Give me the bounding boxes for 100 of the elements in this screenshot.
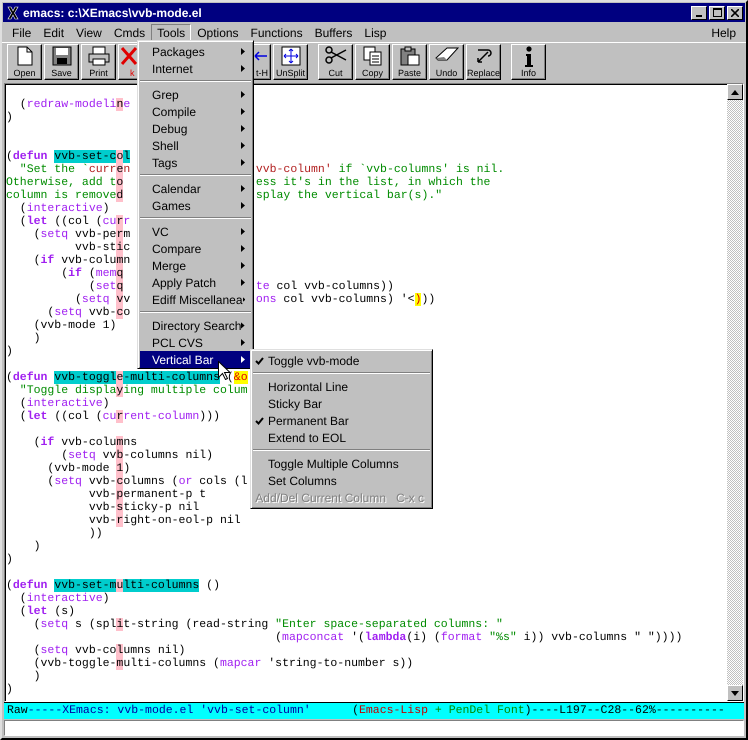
code-line: ) xyxy=(6,111,13,124)
code-line: (vvb-mode 1) xyxy=(46,462,130,475)
move-arrows-icon xyxy=(280,46,300,66)
menu-bar-item[interactable]: Functions xyxy=(244,24,309,42)
code-line: (defun vvb-set-multi-columns () xyxy=(6,579,220,592)
submenu-arrow-icon xyxy=(241,48,245,55)
code-line: ) xyxy=(32,540,41,553)
menu-item[interactable]: Toggle Multiple Columns xyxy=(253,455,430,472)
submenu-arrow-icon xyxy=(241,356,245,363)
menu-item[interactable]: Apply Patch xyxy=(140,274,251,291)
toolbar-button[interactable]: Cut xyxy=(318,44,353,80)
menu-item[interactable]: Compile xyxy=(140,103,251,120)
menu-item[interactable]: Ediff Miscellanea xyxy=(140,291,251,308)
submenu-arrow-icon xyxy=(241,142,245,149)
menu-item[interactable]: Extend to EOL xyxy=(253,429,430,446)
code-line: (defun vvb-toggle-multi-columns (&o xyxy=(6,371,248,384)
code-line: te col vvb-columns)) xyxy=(256,280,394,293)
code-line: (interactive) xyxy=(18,592,110,605)
code-line: (vvb-toggle-multi-columns (mapcar 'string-to-number s)) xyxy=(32,657,414,670)
clipboard-icon xyxy=(400,46,420,66)
maximize-icon xyxy=(712,8,722,17)
code-line: vvb-stic xyxy=(74,241,130,254)
code-line: (vvb-mode 1) xyxy=(32,319,116,332)
toolbar-button[interactable]: Replace xyxy=(466,44,501,80)
menu-item[interactable]: Toggle vvb-mode xyxy=(253,352,430,369)
check-icon xyxy=(255,416,264,424)
mouse-pointer-icon xyxy=(218,361,230,380)
code-line: vvb-sticky-p nil xyxy=(88,501,200,514)
menu-item[interactable]: Directory Search xyxy=(140,317,251,334)
toolbar-button[interactable]: UnSplit xyxy=(273,44,308,80)
submenu-arrow-icon xyxy=(241,322,245,329)
code-line: (interactive) xyxy=(18,397,110,410)
menu-bar-item[interactable]: Lisp xyxy=(358,24,392,42)
minibuffer-field[interactable] xyxy=(4,720,744,736)
menu-item[interactable]: VC xyxy=(140,223,251,240)
submenu-arrow-icon xyxy=(241,262,245,269)
code-line: (setq s (split-string (read-string "Enter space-separated columns: " xyxy=(32,618,503,631)
minimize-button[interactable] xyxy=(691,6,707,20)
up-arrow-icon xyxy=(731,90,739,94)
menu-item[interactable]: PCL CVS xyxy=(140,334,251,351)
menu-item[interactable]: Permanent Bar xyxy=(253,412,430,429)
menu-bar-item[interactable]: View xyxy=(70,24,108,42)
code-line: (interactive) xyxy=(18,202,110,215)
menu-bar-item[interactable]: Cmds xyxy=(108,24,152,42)
menu-item[interactable]: Tags xyxy=(140,154,251,171)
code-line: ) xyxy=(6,553,13,566)
toolbar-button[interactable]: Undo xyxy=(429,44,464,80)
code-line: (if (memq xyxy=(60,267,124,280)
menu-item[interactable]: Horizontal Line xyxy=(253,378,430,395)
menu-item[interactable]: Shell xyxy=(140,137,251,154)
toolbar-button[interactable]: Info xyxy=(511,44,546,80)
copy-pages-icon xyxy=(362,46,382,66)
menu-item[interactable]: Calendar xyxy=(140,180,251,197)
menu-bar-item[interactable]: Edit xyxy=(37,24,70,42)
submenu-arrow-icon xyxy=(241,228,245,235)
close-button[interactable] xyxy=(727,6,743,20)
menu-bar-item[interactable]: File xyxy=(6,24,38,42)
info-icon xyxy=(524,46,534,68)
code-line: vvb-column' if `vvb-columns' is nil. xyxy=(256,163,504,176)
code-line: ) xyxy=(6,345,13,358)
toolbar-button[interactable]: Print xyxy=(81,44,116,80)
submenu-arrow-icon xyxy=(241,279,245,286)
menu-item[interactable]: Grep xyxy=(140,86,251,103)
menu-bar-item[interactable]: Buffers xyxy=(308,24,358,42)
scissors-icon xyxy=(324,46,346,64)
menu-bar-item[interactable]: Help xyxy=(705,24,742,42)
code-line: (if vvb-columns xyxy=(32,436,138,449)
menu-item[interactable]: Vertical Bar xyxy=(140,351,251,368)
x-logo-icon xyxy=(7,6,19,20)
menu-item[interactable]: Set Columns xyxy=(253,472,430,489)
menu-item[interactable]: Games xyxy=(140,197,251,214)
code-line: vvb-right-on-eol-p nil xyxy=(88,514,241,527)
code-line: ) xyxy=(32,670,41,683)
code-line: (let ((col (cu rrent-column))) xyxy=(18,410,220,423)
toolbar-button[interactable]: Copy xyxy=(355,44,390,80)
menu-item[interactable]: Compare xyxy=(140,240,251,257)
toolbar-button[interactable]: Save xyxy=(44,44,79,80)
page-icon xyxy=(16,46,32,66)
printer-icon xyxy=(88,46,110,66)
code-line: )) xyxy=(88,527,103,540)
submenu-arrow-icon xyxy=(241,125,245,132)
toolbar-button[interactable]: Open xyxy=(7,44,42,80)
submenu-arrow-icon xyxy=(241,65,245,72)
scroll-down-button[interactable] xyxy=(727,685,743,701)
code-line: (setq vvb-columns nil) xyxy=(60,449,214,462)
menu-item[interactable]: Sticky Bar xyxy=(253,395,430,412)
scroll-up-button[interactable] xyxy=(727,84,743,100)
code-line: (let (s) xyxy=(18,605,76,618)
code-line: (let ((col (cu rr xyxy=(18,215,130,228)
submenu-arrow-icon xyxy=(242,296,245,303)
toolbar-button[interactable]: Paste xyxy=(392,44,427,80)
submenu-arrow-icon xyxy=(241,185,245,192)
maximize-button[interactable] xyxy=(709,6,725,20)
down-arrow-icon xyxy=(731,690,739,696)
code-line: splay the vertical bar(s)." xyxy=(256,189,442,202)
menu-item[interactable]: Merge xyxy=(140,257,251,274)
menu-item[interactable]: Debug xyxy=(140,120,251,137)
code-line: (mapconcat '(lambda(i) (format "%s" i)) vvb-columns " ")))) xyxy=(274,631,682,644)
submenu-arrow-icon xyxy=(241,202,245,209)
menu-bar-item[interactable]: Options xyxy=(191,24,245,42)
